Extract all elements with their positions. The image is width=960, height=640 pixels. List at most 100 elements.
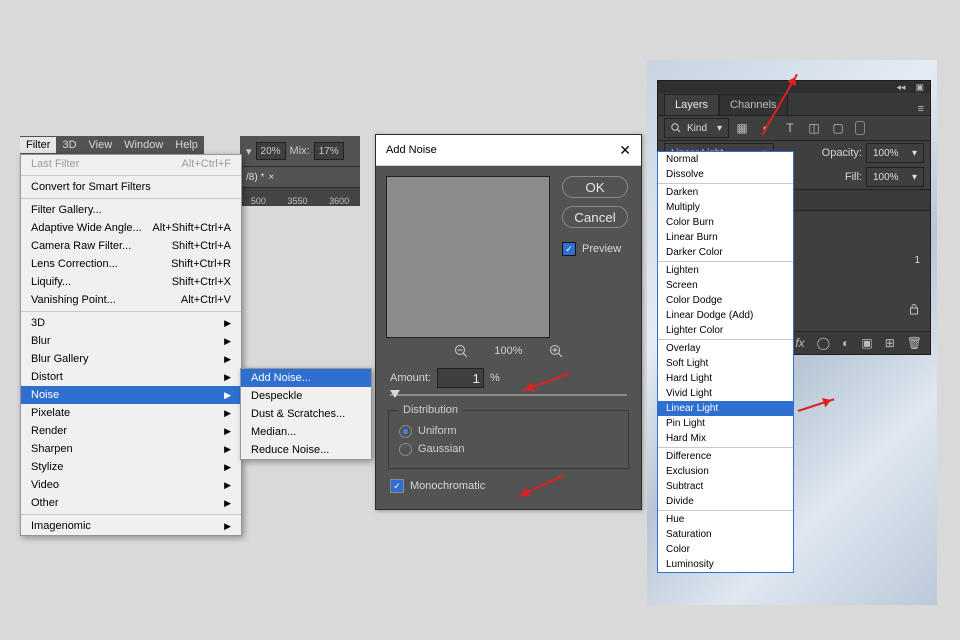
layer-item[interactable]: 1 <box>914 255 920 266</box>
blend-vivid-light[interactable]: Vivid Light <box>658 386 793 401</box>
zoom-out-icon[interactable] <box>454 344 468 358</box>
menu-item-blur[interactable]: Blur▶ <box>21 332 241 350</box>
fill-input[interactable]: 100%▾ <box>866 167 924 187</box>
blend-hard-light[interactable]: Hard Light <box>658 371 793 386</box>
menu-item-3d[interactable]: 3D▶ <box>21 314 241 332</box>
radio-uniform[interactable]: Uniform <box>399 422 618 440</box>
blend-soft-light[interactable]: Soft Light <box>658 356 793 371</box>
blend-color[interactable]: Color <box>658 542 793 557</box>
filter-kind-select[interactable]: Kind▾ <box>664 118 729 138</box>
submenu-item[interactable]: Dust & Scratches... <box>241 405 371 423</box>
menu-item[interactable]: Vanishing Point...Alt+Ctrl+V <box>21 291 241 309</box>
menu-convert-smart[interactable]: Convert for Smart Filters <box>21 178 241 196</box>
menu-item-other[interactable]: Other▶ <box>21 494 241 512</box>
menu-item[interactable]: Camera Raw Filter...Shift+Ctrl+A <box>21 237 241 255</box>
opacity-input[interactable]: 100%▾ <box>866 143 924 163</box>
zoom-in-icon[interactable] <box>549 344 563 358</box>
blend-saturation[interactable]: Saturation <box>658 527 793 542</box>
distribution-group: Distribution Uniform Gaussian <box>388 404 629 469</box>
panel-menu-icon[interactable]: ≡ <box>918 103 924 115</box>
cancel-button[interactable]: Cancel <box>562 206 628 228</box>
blend-difference[interactable]: Difference <box>658 449 793 464</box>
opt-percent[interactable]: 20% <box>256 142 286 160</box>
shape-layer-icon[interactable]: ◫ <box>807 121 821 135</box>
blend-normal[interactable]: Normal <box>658 152 793 167</box>
doc-tab[interactable]: /8) * <box>246 172 264 183</box>
blend-lighten[interactable]: Lighten <box>658 263 793 278</box>
adjustment-icon[interactable]: ◐ <box>842 336 849 350</box>
blend-linear-burn[interactable]: Linear Burn <box>658 230 793 245</box>
pixel-layer-icon[interactable]: ▦ <box>735 121 749 135</box>
new-layer-icon[interactable]: ⊞ <box>885 336 895 350</box>
layer-mask-icon[interactable]: ◯ <box>817 336 830 350</box>
amount-slider[interactable] <box>390 394 627 396</box>
blend-subtract[interactable]: Subtract <box>658 479 793 494</box>
menu-item[interactable]: Filter Gallery... <box>21 201 241 219</box>
opt-mix-value[interactable]: 17% <box>314 142 344 160</box>
dialog-titlebar[interactable]: Add Noise ✕ <box>376 135 641 166</box>
menu-window[interactable]: Window <box>118 137 169 153</box>
blend-mode-dropdown[interactable]: NormalDissolveDarkenMultiplyColor BurnLi… <box>657 151 794 573</box>
menu-item-sharpen[interactable]: Sharpen▶ <box>21 440 241 458</box>
layer-style-icon[interactable]: fx <box>795 336 804 350</box>
blend-pin-light[interactable]: Pin Light <box>658 416 793 431</box>
blend-multiply[interactable]: Multiply <box>658 200 793 215</box>
blend-exclusion[interactable]: Exclusion <box>658 464 793 479</box>
menu-item-pixelate[interactable]: Pixelate▶ <box>21 404 241 422</box>
radio-gaussian[interactable]: Gaussian <box>399 440 618 458</box>
menu-help[interactable]: Help <box>169 137 204 153</box>
blend-linear-light[interactable]: Linear Light <box>658 401 793 416</box>
blend-screen[interactable]: Screen <box>658 278 793 293</box>
menu-item[interactable]: Liquify...Shift+Ctrl+X <box>21 273 241 291</box>
submenu-item[interactable]: Despeckle <box>241 387 371 405</box>
ok-button[interactable]: OK <box>562 176 628 198</box>
app-menubar[interactable]: Filter 3D View Window Help <box>20 136 204 154</box>
monochromatic-checkbox[interactable]: ✓Monochromatic <box>390 477 627 495</box>
blend-hue[interactable]: Hue <box>658 512 793 527</box>
tab-layers[interactable]: Layers <box>664 94 719 115</box>
blend-linear-dodge-add-[interactable]: Linear Dodge (Add) <box>658 308 793 323</box>
menu-item-video[interactable]: Video▶ <box>21 476 241 494</box>
filter-menu[interactable]: Last FilterAlt+Ctrl+F Convert for Smart … <box>20 154 242 536</box>
menu-imagenomic[interactable]: Imagenomic▶ <box>21 517 241 535</box>
smart-object-icon[interactable]: ▢ <box>831 121 845 135</box>
menu-item-stylize[interactable]: Stylize▶ <box>21 458 241 476</box>
blend-darken[interactable]: Darken <box>658 185 793 200</box>
menu-item-render[interactable]: Render▶ <box>21 422 241 440</box>
filter-toggle-icon[interactable] <box>855 121 865 135</box>
blend-color-dodge[interactable]: Color Dodge <box>658 293 793 308</box>
delete-layer-icon[interactable]: 🗑 <box>907 336 922 350</box>
menu-last-filter[interactable]: Last FilterAlt+Ctrl+F <box>21 155 241 173</box>
menu-3d[interactable]: 3D <box>56 137 82 153</box>
blend-color-burn[interactable]: Color Burn <box>658 215 793 230</box>
collapse-icon[interactable]: ◂◂ <box>896 82 905 93</box>
submenu-item[interactable]: Median... <box>241 423 371 441</box>
type-layer-icon[interactable]: T <box>783 121 797 135</box>
menu-item[interactable]: Lens Correction...Shift+Ctrl+R <box>21 255 241 273</box>
ruler: 50035503600 <box>240 188 360 206</box>
blend-hard-mix[interactable]: Hard Mix <box>658 431 793 446</box>
blend-luminosity[interactable]: Luminosity <box>658 557 793 572</box>
noise-submenu[interactable]: Add Noise...DespeckleDust & Scratches...… <box>240 368 372 460</box>
menu-item-distort[interactable]: Distort▶ <box>21 368 241 386</box>
preview-checkbox[interactable]: ✓ <box>562 242 576 256</box>
blend-dissolve[interactable]: Dissolve <box>658 167 793 182</box>
menu-item-noise[interactable]: Noise▶ <box>21 386 241 404</box>
group-icon[interactable]: ▣ <box>861 336 872 350</box>
menu-item[interactable]: Adaptive Wide Angle...Alt+Shift+Ctrl+A <box>21 219 241 237</box>
blend-divide[interactable]: Divide <box>658 494 793 509</box>
menu-filter[interactable]: Filter <box>20 137 56 153</box>
opt-mix-label: Mix: <box>290 145 310 157</box>
blend-darker-color[interactable]: Darker Color <box>658 245 793 260</box>
blend-lighter-color[interactable]: Lighter Color <box>658 323 793 338</box>
zoom-value: 100% <box>494 345 522 357</box>
noise-preview[interactable] <box>386 176 550 338</box>
close-icon[interactable]: ✕ <box>619 142 631 159</box>
panel-close-icon[interactable]: ▣ <box>915 82 924 93</box>
blend-overlay[interactable]: Overlay <box>658 341 793 356</box>
menu-view[interactable]: View <box>83 137 119 153</box>
amount-input[interactable] <box>437 368 484 388</box>
submenu-item[interactable]: Add Noise... <box>241 369 371 387</box>
menu-item-blur-gallery[interactable]: Blur Gallery▶ <box>21 350 241 368</box>
submenu-item[interactable]: Reduce Noise... <box>241 441 371 459</box>
